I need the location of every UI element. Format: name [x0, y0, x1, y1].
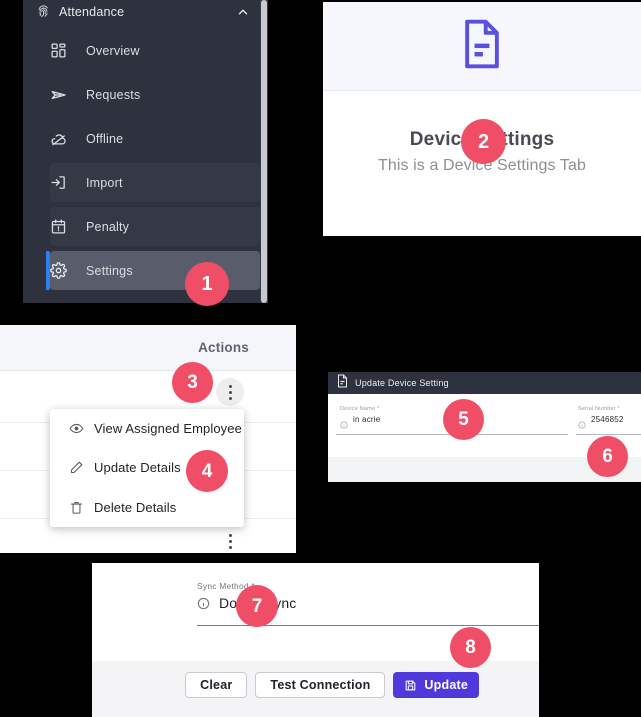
document-lines-icon: [336, 374, 349, 393]
sidebar-item-label: Settings: [86, 263, 133, 278]
row-actions-kebab-button[interactable]: [216, 378, 244, 406]
sidebar-item-offline[interactable]: Offline: [50, 119, 260, 158]
device-name-value: in acrie: [353, 415, 381, 424]
test-connection-button-label: Test Connection: [270, 678, 371, 692]
table-header-row: Actions: [0, 325, 296, 371]
step-badge-number: 2: [477, 130, 490, 153]
sidebar-group-attendance[interactable]: Attendance: [23, 0, 260, 23]
calendar-alert-icon: [50, 218, 76, 235]
sidebar-item-label: Offline: [86, 131, 124, 146]
update-button-label: Update: [424, 678, 468, 692]
step-badge-number: 5: [458, 409, 469, 430]
row-actions-kebab-button[interactable]: [220, 528, 240, 553]
step-badge-8: 8: [450, 627, 491, 668]
step-badge-number: 1: [201, 273, 213, 295]
import-arrow-icon: [50, 174, 76, 191]
pencil-icon: [68, 460, 85, 475]
send-paper-plane-icon: [50, 86, 76, 104]
context-menu-item-delete-details[interactable]: Delete Details: [50, 488, 244, 527]
fingerprint-icon: [33, 4, 53, 19]
sidebar-scrollbar-track[interactable]: [260, 0, 268, 303]
sidebar-item-label: Import: [86, 175, 123, 190]
document-lines-icon: [459, 18, 505, 75]
step-badge-4: 4: [186, 450, 228, 492]
table-column-header-actions: Actions: [198, 340, 249, 355]
step-badge-5: 5: [443, 399, 484, 440]
sidebar-item-import[interactable]: Import: [50, 163, 260, 202]
dialog-title: Update Device Setting: [355, 378, 449, 388]
sidebar-scrollbar-thumb[interactable]: [261, 0, 267, 303]
action-button-row: Clear Test Connection Update: [185, 672, 479, 698]
sidebar-group-label: Attendance: [59, 4, 125, 19]
eye-icon: [68, 421, 85, 436]
sidebar-item-penalty[interactable]: Penalty: [50, 207, 260, 246]
dialog-titlebar: Update Device Setting: [328, 372, 641, 394]
test-connection-button[interactable]: Test Connection: [255, 672, 386, 698]
serial-number-value: 2546852: [591, 415, 624, 424]
step-badge-3: 3: [172, 362, 213, 403]
serial-number-label: Serial Number *: [578, 406, 620, 412]
context-menu-item-view-assigned-employee[interactable]: View Assigned Employee: [50, 409, 244, 448]
step-badge-7: 7: [236, 585, 278, 627]
context-menu-item-label: Update Details: [94, 460, 181, 476]
clear-button-label: Clear: [200, 678, 233, 692]
sidebar-navigation-panel: Attendance Overview Requests Offline Imp…: [23, 0, 268, 303]
sidebar-item-label: Penalty: [86, 219, 130, 234]
serial-number-field[interactable]: Serial Number * 2546852: [578, 406, 638, 428]
step-badge-number: 7: [251, 595, 263, 617]
step-badge-6: 6: [587, 436, 628, 477]
info-circle-icon: [340, 416, 348, 428]
update-button[interactable]: Update: [393, 672, 479, 698]
sync-panel-footer: Clear Test Connection Update: [92, 661, 539, 717]
dashboard-grid-icon: [50, 42, 76, 59]
sidebar-item-label: Overview: [86, 43, 140, 58]
info-circle-icon: [197, 597, 210, 610]
cloud-off-icon: [50, 130, 76, 148]
chevron-up-icon[interactable]: [236, 5, 250, 19]
gear-icon: [50, 262, 76, 279]
step-badge-number: 3: [187, 372, 198, 393]
serial-number-underline: [576, 434, 641, 435]
step-badge-number: 8: [465, 637, 476, 658]
step-badge-2: 2: [461, 119, 506, 164]
save-disk-icon: [404, 679, 417, 692]
step-badge-number: 6: [602, 446, 613, 467]
sidebar-item-requests[interactable]: Requests: [50, 75, 260, 114]
screenshot-stage: Attendance Overview Requests Offline Imp…: [0, 0, 641, 717]
context-menu-item-label: Delete Details: [94, 499, 177, 515]
step-badge-1: 1: [185, 262, 229, 306]
step-badge-number: 4: [201, 460, 213, 482]
sidebar-item-overview[interactable]: Overview: [50, 31, 260, 70]
device-settings-icon-banner: [323, 2, 641, 91]
sidebar-item-label: Requests: [86, 87, 141, 102]
clear-button[interactable]: Clear: [185, 672, 248, 698]
trash-icon: [68, 500, 85, 515]
context-menu-item-label: View Assigned Employee: [94, 421, 242, 437]
info-circle-icon: [578, 416, 586, 428]
